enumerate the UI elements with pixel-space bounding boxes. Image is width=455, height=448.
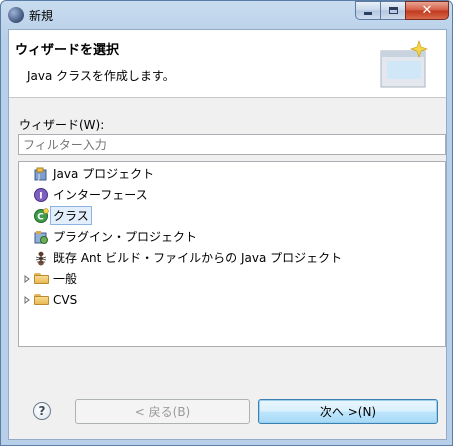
close-button[interactable]: ✕ (405, 1, 449, 20)
folder-icon (33, 292, 49, 308)
next-button[interactable]: 次へ >(N) (258, 399, 438, 424)
wizards-label: ウィザード(W): (19, 118, 105, 132)
maximize-button[interactable] (380, 1, 406, 20)
new-wizard-banner-icon (380, 39, 429, 88)
tree-item-java-project[interactable]: J Java プロジェクト (33, 164, 154, 183)
wizard-header: ウィザードを選択 Java クラスを作成します。 (9, 30, 446, 98)
dialog-window: 新規 ✕ ウィザードを選択 Java クラスを作成します。 ウィザード(W): … (0, 0, 453, 446)
plugin-project-icon (33, 229, 49, 245)
page-title: ウィザードを選択 (15, 43, 120, 58)
page-description: Java クラスを作成します。 (27, 69, 175, 83)
tree-item-interface[interactable]: I インターフェース (33, 185, 148, 204)
tree-item-general[interactable]: 一般 (21, 269, 77, 288)
back-button[interactable]: < 戻る(B) (75, 399, 250, 424)
expand-arrow-icon[interactable] (21, 294, 33, 306)
tree-item-label: CVS (53, 292, 78, 307)
wizard-tree[interactable]: J Java プロジェクト I インターフェース C クラス プラグイン・プロジ… (18, 161, 446, 347)
eclipse-icon (8, 7, 24, 23)
ant-icon (33, 250, 49, 266)
minimize-button[interactable] (355, 1, 381, 20)
minimize-icon (364, 12, 372, 15)
tree-item-label: プラグイン・プロジェクト (53, 230, 198, 244)
tree-item-label: Java プロジェクト (53, 167, 155, 181)
title-bar[interactable]: 新規 ✕ (1, 1, 454, 29)
close-icon: ✕ (421, 3, 433, 18)
filter-input[interactable] (18, 134, 446, 155)
help-button[interactable]: ? (33, 402, 51, 420)
class-icon: C (33, 207, 49, 224)
window-title: 新規 (29, 9, 54, 23)
folder-icon (33, 271, 49, 287)
tree-item-class[interactable]: C クラス (33, 206, 92, 225)
tree-item-label: インターフェース (53, 188, 148, 202)
tree-item-cvs[interactable]: CVS (21, 290, 77, 309)
java-project-icon: J (33, 166, 49, 182)
expand-arrow-icon[interactable] (21, 273, 33, 285)
tree-item-ant-project[interactable]: 既存 Ant ビルド・ファイルからの Java プロジェクト (33, 248, 342, 267)
tree-item-label: 一般 (53, 272, 78, 286)
tree-item-label: クラス (50, 206, 92, 225)
tree-item-label: 既存 Ant ビルド・ファイルからの Java プロジェクト (53, 251, 343, 265)
interface-icon: I (33, 187, 49, 203)
maximize-icon (388, 7, 398, 14)
svg-text:C: C (37, 212, 44, 222)
dialog-body: ウィザードを選択 Java クラスを作成します。 ウィザード(W): J Jav… (8, 29, 447, 440)
svg-text:J: J (37, 173, 40, 181)
tree-item-plugin-project[interactable]: プラグイン・プロジェクト (33, 227, 197, 246)
svg-text:I: I (39, 191, 42, 201)
